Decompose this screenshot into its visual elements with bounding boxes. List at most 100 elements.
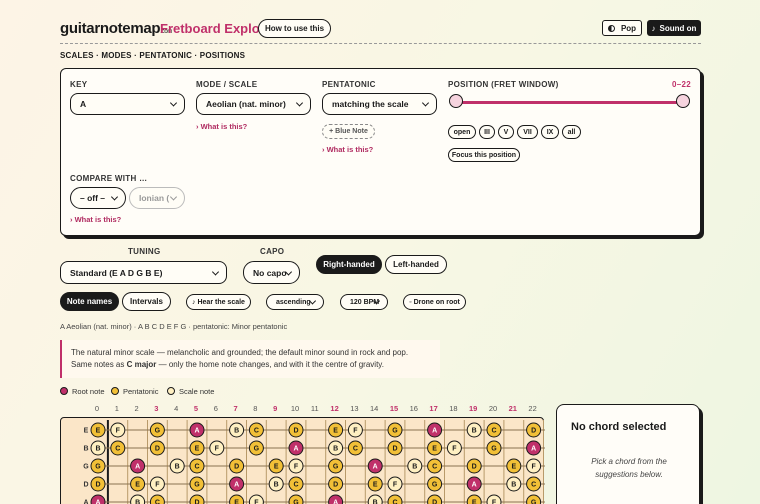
- direction-select[interactable]: ascending: [266, 294, 324, 310]
- position-range: 0–22: [672, 80, 691, 89]
- string-name: E: [84, 428, 89, 435]
- how-to-button[interactable]: How to use this: [258, 19, 331, 38]
- fret-number-11: 11: [310, 404, 319, 413]
- key-select[interactable]: A: [70, 93, 185, 115]
- note-label: C: [155, 500, 160, 504]
- brand-o-glyph: o: [108, 20, 118, 37]
- string-name: G: [83, 464, 89, 471]
- fretboard-diagram[interactable]: E B G D A E F G A B C D E F G A B C D B C D E F G A B C D E F G A G A B C D E F…: [61, 418, 545, 504]
- fret-number-6: 6: [213, 404, 218, 413]
- note-label: C: [194, 464, 199, 471]
- mode-select[interactable]: Aeolian (nat. minor): [196, 93, 311, 115]
- fret-number-21: 21: [508, 404, 517, 413]
- fret-number-10: 10: [290, 404, 300, 413]
- chord-title: No chord selected: [571, 421, 667, 433]
- note-label: F: [254, 500, 259, 504]
- position-slider-min-handle[interactable]: [449, 94, 463, 108]
- legend-pentatonic-label: Pentatonic: [123, 387, 159, 396]
- position-slider-track[interactable]: [456, 101, 683, 104]
- pentatonic-select[interactable]: matching the scale: [322, 93, 437, 115]
- legend-scale-label: Scale note: [179, 387, 215, 396]
- compare-info-link[interactable]: › What is this?: [70, 215, 121, 224]
- note-label: D: [293, 428, 298, 435]
- note-label: A: [234, 482, 239, 489]
- capo-select[interactable]: No capo: [243, 261, 300, 284]
- note-names-button[interactable]: Note names: [60, 292, 119, 311]
- fret-number-22: 22: [528, 404, 537, 413]
- position-button-vii[interactable]: VII: [517, 125, 538, 139]
- sound-toggle-button[interactable]: ♪ Sound on: [647, 20, 701, 36]
- intervals-button[interactable]: Intervals: [122, 292, 171, 311]
- key-label: KEY: [70, 80, 88, 89]
- focus-position-button[interactable]: Focus this position: [448, 148, 520, 162]
- fret-number-8: 8: [253, 404, 258, 413]
- compare-label: COMPARE WITH …: [70, 174, 148, 183]
- note-label: C: [293, 482, 298, 489]
- note-label: C: [353, 446, 358, 453]
- note-label: B: [472, 428, 477, 435]
- compare-select[interactable]: – off –: [70, 187, 126, 209]
- note-label: C: [531, 482, 536, 489]
- position-button-iii[interactable]: III: [479, 125, 495, 139]
- note-label: C: [392, 500, 397, 504]
- fret-number-2: 2: [134, 404, 139, 413]
- position-button-v[interactable]: V: [498, 125, 514, 139]
- pentatonic-info-link[interactable]: › What is this?: [322, 145, 373, 154]
- note-label: D: [155, 446, 160, 453]
- left-handed-button[interactable]: Left-handed: [385, 255, 447, 274]
- note-label: A: [333, 500, 338, 504]
- note-label: G: [95, 464, 101, 471]
- note-label: G: [531, 500, 537, 504]
- pop-theme-button[interactable]: Pop: [602, 20, 642, 36]
- note-label: A: [531, 446, 536, 453]
- note-label: F: [116, 428, 121, 435]
- bpm-select[interactable]: 120 BPM: [340, 294, 388, 310]
- fret-number-20: 20: [488, 404, 498, 413]
- note-label: A: [432, 428, 437, 435]
- tuning-select[interactable]: Standard (E A D G B E): [60, 261, 227, 284]
- brand-logo[interactable]: guitarnotemap.com: [60, 20, 172, 37]
- blue-note-button[interactable]: + Blue Note: [322, 124, 375, 139]
- fret-number-5: 5: [193, 404, 199, 413]
- position-slider-max-handle[interactable]: [676, 94, 690, 108]
- drone-button[interactable]: ◦ Drone on root: [403, 294, 466, 310]
- note-label: E: [333, 428, 338, 435]
- note-label: D: [333, 482, 338, 489]
- note-label: F: [452, 446, 457, 453]
- position-button-ix[interactable]: IX: [541, 125, 559, 139]
- note-label: E: [274, 464, 279, 471]
- note-label: E: [432, 446, 437, 453]
- note-label: D: [432, 500, 437, 504]
- position-button-all[interactable]: all: [562, 125, 581, 139]
- half-circle-icon: [607, 24, 615, 32]
- compare-mode-select[interactable]: Ionian (: [129, 187, 185, 209]
- note-label: A: [95, 500, 100, 504]
- note-label: G: [254, 446, 260, 453]
- note-label: F: [155, 482, 160, 489]
- note-label: B: [234, 428, 239, 435]
- mode-info-link[interactable]: › What is this?: [196, 122, 247, 131]
- scale-summary: A Aeolian (nat. minor) · A B C D E F G ·…: [60, 322, 288, 331]
- note-label: B: [412, 464, 417, 471]
- string-name: A: [83, 500, 88, 504]
- right-handed-button[interactable]: Right-handed: [316, 255, 382, 274]
- fret-number-19: 19: [469, 404, 478, 413]
- legend-root-label: Root note: [72, 387, 105, 396]
- note-label: B: [333, 446, 338, 453]
- fret-number-0: 0: [94, 404, 100, 413]
- hear-scale-button[interactable]: ♪ Hear the scale: [186, 294, 251, 310]
- note-label: D: [234, 464, 239, 471]
- position-button-open[interactable]: open: [448, 125, 476, 139]
- fretboard[interactable]: E B G D A E F G A B C D E F G A B C D B C D E F G A B C D E F G A G A B C D E F…: [60, 417, 545, 504]
- note-label: C: [432, 464, 437, 471]
- legend-pentatonic-dot: [111, 387, 119, 395]
- header-divider: [60, 43, 701, 44]
- note-label: D: [194, 500, 199, 504]
- note-label: D: [472, 464, 477, 471]
- fret-number-13: 13: [350, 404, 359, 413]
- note-label: D: [95, 482, 100, 489]
- fret-number-17: 17: [429, 404, 438, 413]
- mode-label: MODE / SCALE: [196, 80, 258, 89]
- note-label: E: [472, 500, 477, 504]
- note-label: A: [373, 464, 378, 471]
